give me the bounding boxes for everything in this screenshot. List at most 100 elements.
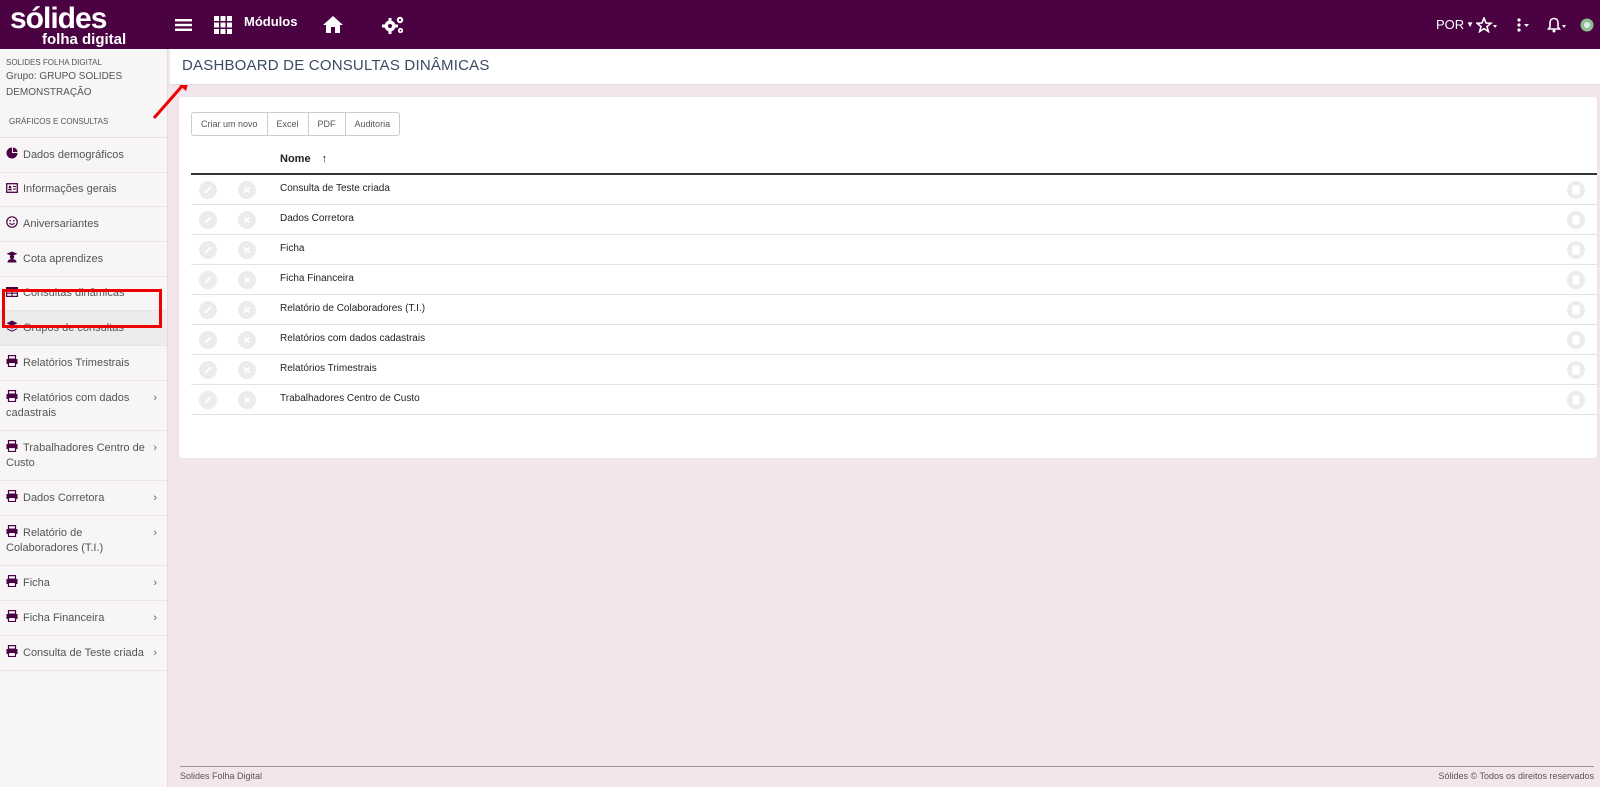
edit-pencil-icon[interactable] xyxy=(199,241,217,259)
document-icon[interactable] xyxy=(1567,181,1585,199)
footer: Solides Folha Digital Sólides © Todos os… xyxy=(180,766,1594,785)
edit-pencil-icon[interactable] xyxy=(199,361,217,379)
table-header: Nome ↑ xyxy=(191,145,1597,175)
edit-pencil-icon[interactable] xyxy=(199,331,217,349)
chevron-right-icon: › xyxy=(153,442,157,454)
document-icon[interactable] xyxy=(1567,331,1585,349)
query-name: Consulta de Teste criada xyxy=(280,183,390,194)
document-icon[interactable] xyxy=(1567,391,1585,409)
user-avatar[interactable] xyxy=(1580,0,1594,49)
sidebar-item-ficha[interactable]: Ficha › xyxy=(0,566,167,601)
export-excel-button[interactable]: Excel xyxy=(266,112,309,136)
edit-pencil-icon[interactable] xyxy=(199,391,217,409)
edit-pencil-icon[interactable] xyxy=(199,181,217,199)
sidebar-item-dados-corretora[interactable]: Dados Corretora › xyxy=(0,481,167,516)
table-row[interactable]: Relatório de Colaboradores (T.I.) xyxy=(191,295,1597,325)
graduate-icon xyxy=(6,251,18,263)
edit-pencil-icon[interactable] xyxy=(199,211,217,229)
favorites-star-icon[interactable] xyxy=(1476,0,1498,49)
sidebar-item-label: Ficha xyxy=(23,577,50,589)
sidebar-item-consulta-de-teste-criada[interactable]: Consulta de Teste criada › xyxy=(0,636,167,671)
sidebar-item-label: Dados Corretora xyxy=(23,492,105,504)
table-body: Consulta de Teste criada Dados Corretora F… xyxy=(191,175,1597,415)
sidebar-item-trabalhadores-centro-de-custo[interactable]: Trabalhadores Centro de Custo › xyxy=(0,431,167,481)
sidebar-item-label: Trabalhadores Centro de Custo xyxy=(6,442,145,469)
table-row[interactable]: Dados Corretora xyxy=(191,205,1597,235)
delete-x-icon[interactable] xyxy=(238,391,256,409)
printer-icon xyxy=(6,610,18,623)
delete-x-icon[interactable] xyxy=(238,271,256,289)
sidebar-item-relatorios-trimestrais[interactable]: Relatórios Trimestrais xyxy=(0,346,167,381)
queries-card: Criar um novo Excel PDF Auditoria Nome ↑… xyxy=(178,96,1598,459)
company-info: SOLIDES FOLHA DIGITAL Grupo: GRUPO SOLID… xyxy=(0,49,167,107)
modules-menu-button[interactable]: Módulos xyxy=(244,0,297,46)
document-icon[interactable] xyxy=(1567,301,1585,319)
id-card-icon xyxy=(6,183,18,194)
notifications-bell-icon[interactable] xyxy=(1547,0,1567,49)
delete-x-icon[interactable] xyxy=(238,301,256,319)
sidebar: SOLIDES FOLHA DIGITAL Grupo: GRUPO SOLID… xyxy=(0,49,168,787)
sidebar-item-aniversariantes[interactable]: Aniversariantes xyxy=(0,207,167,242)
smile-icon xyxy=(6,216,18,228)
query-name: Dados Corretora xyxy=(280,213,354,224)
query-name: Trabalhadores Centro de Custo xyxy=(280,393,420,404)
home-icon[interactable] xyxy=(322,0,344,49)
page-header: DASHBOARD DE CONSULTAS DINÂMICAS xyxy=(170,49,1600,85)
edit-pencil-icon[interactable] xyxy=(199,301,217,319)
logo-sub: folha digital xyxy=(42,31,127,48)
table-row[interactable]: Relatórios Trimestrais xyxy=(191,355,1597,385)
language-label: POR xyxy=(1436,17,1465,32)
sidebar-item-label: Consulta de Teste criada xyxy=(23,647,144,659)
modules-grid-icon[interactable] xyxy=(214,0,232,49)
printer-icon xyxy=(6,645,18,658)
footer-copyright: Sólides © Todos os direitos reservados xyxy=(1438,771,1594,781)
settings-gears-icon[interactable] xyxy=(381,0,405,49)
app-logo[interactable]: sólides folha digital xyxy=(10,2,135,48)
table-row[interactable]: Trabalhadores Centro de Custo xyxy=(191,385,1597,415)
more-options-icon[interactable] xyxy=(1516,0,1530,49)
toolbar: Criar um novo Excel PDF Auditoria xyxy=(191,112,401,136)
printer-icon xyxy=(6,575,18,588)
sidebar-item-ficha-financeira[interactable]: Ficha Financeira › xyxy=(0,601,167,636)
table-row[interactable]: Consulta de Teste criada xyxy=(191,175,1597,205)
sidebar-item-label: Relatórios Trimestrais xyxy=(23,357,130,369)
pie-chart-icon xyxy=(6,147,18,159)
export-pdf-button[interactable]: PDF xyxy=(307,112,346,136)
sidebar-section-title: GRÁFICOS E CONSULTAS xyxy=(0,107,167,138)
create-new-button[interactable]: Criar um novo xyxy=(191,112,268,136)
edit-pencil-icon[interactable] xyxy=(199,271,217,289)
menu-toggle-icon[interactable] xyxy=(175,0,192,49)
printer-icon xyxy=(6,440,18,453)
top-bar: sólides folha digital Módulos POR ▼ xyxy=(0,0,1600,49)
table-row[interactable]: Ficha Financeira xyxy=(191,265,1597,295)
sidebar-item-informacoes-gerais[interactable]: Informações gerais xyxy=(0,173,167,207)
sidebar-item-label: Informações gerais xyxy=(23,183,117,195)
document-icon[interactable] xyxy=(1567,271,1585,289)
printer-icon xyxy=(6,525,18,538)
delete-x-icon[interactable] xyxy=(238,361,256,379)
sidebar-item-label: Cota aprendizes xyxy=(23,253,104,265)
delete-x-icon[interactable] xyxy=(238,211,256,229)
chevron-right-icon: › xyxy=(153,647,157,659)
sidebar-item-relatorios-com-dados-cadastrais[interactable]: Relatórios com dados cadastrais › xyxy=(0,381,167,431)
delete-x-icon[interactable] xyxy=(238,241,256,259)
chevron-right-icon: › xyxy=(153,527,157,539)
language-selector[interactable]: POR ▼ xyxy=(1436,0,1474,49)
column-header-name[interactable]: Nome ↑ xyxy=(280,153,327,165)
footer-left-text: Solides Folha Digital xyxy=(180,771,263,781)
delete-x-icon[interactable] xyxy=(238,181,256,199)
sidebar-item-cota-aprendizes[interactable]: Cota aprendizes xyxy=(0,242,167,277)
delete-x-icon[interactable] xyxy=(238,331,256,349)
query-name: Relatórios com dados cadastrais xyxy=(280,333,426,344)
document-icon[interactable] xyxy=(1567,361,1585,379)
sidebar-item-label: Relatórios com dados cadastrais xyxy=(6,392,130,419)
sidebar-item-dados-demograficos[interactable]: Dados demográficos xyxy=(0,138,167,173)
audit-button[interactable]: Auditoria xyxy=(344,112,401,136)
table-row[interactable]: Relatórios com dados cadastrais xyxy=(191,325,1597,355)
highlight-annotation-box xyxy=(2,289,162,328)
document-icon[interactable] xyxy=(1567,211,1585,229)
caret-down-icon: ▼ xyxy=(1466,20,1475,29)
sidebar-item-relatorio-de-colaboradores[interactable]: Relatório de Colaboradores (T.I.) › xyxy=(0,516,167,566)
table-row[interactable]: Ficha xyxy=(191,235,1597,265)
document-icon[interactable] xyxy=(1567,241,1585,259)
